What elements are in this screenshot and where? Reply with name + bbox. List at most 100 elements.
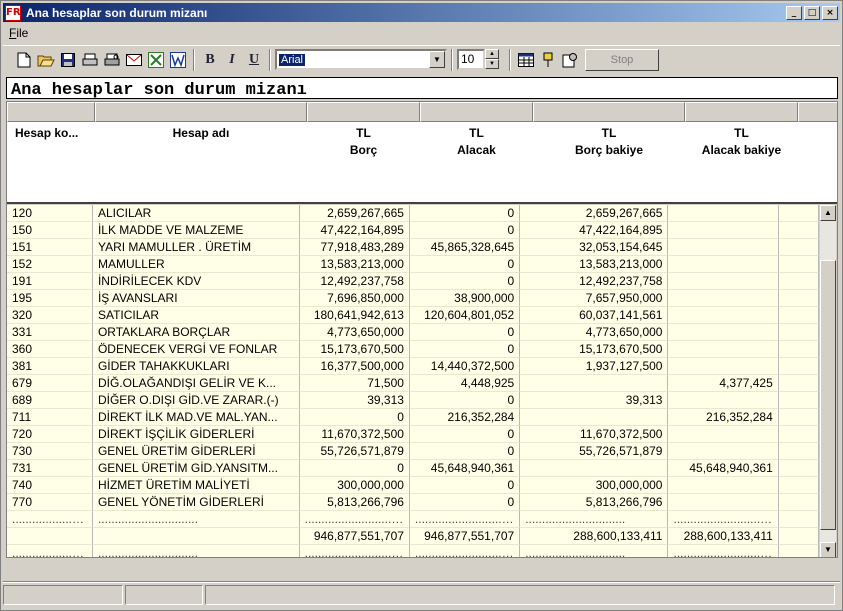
header-credit-balance[interactable]: TL Alacak bakiye [685, 122, 798, 202]
title-bar[interactable]: FR Ana hesaplar son durum mizanı _ □ × [3, 3, 840, 22]
column-resize-handle[interactable] [685, 102, 798, 122]
open-icon[interactable] [35, 49, 57, 71]
table-cell: 300,000,000 [299, 477, 410, 494]
print-icon[interactable] [79, 49, 101, 71]
table-cell [520, 375, 669, 392]
table-cell [668, 494, 779, 511]
column-resize-handle[interactable] [95, 102, 307, 122]
header-account-code[interactable]: Hesap ko... [7, 122, 95, 202]
column-resize-handle[interactable] [798, 102, 837, 122]
italic-button[interactable]: I [221, 49, 243, 71]
table-row[interactable]: 360 ÖDENECEK VERGİ VE FONLAR 15,173,670,50… [7, 341, 819, 358]
vertical-scrollbar[interactable]: ▲ ▼ [820, 205, 836, 557]
table-row[interactable]: 740 HİZMET ÜRETİM MALİYETİ 300,000,000 0 300… [7, 477, 819, 494]
header-line: TL [469, 126, 484, 140]
table-row[interactable]: 770 GENEL YÖNETİM GİDERLERİ 5,813,266,796 0… [7, 494, 819, 511]
table-cell: 4,377,425 [668, 375, 779, 392]
header-account-name[interactable]: Hesap adı [95, 122, 307, 202]
print-preview-icon[interactable] [101, 49, 123, 71]
table-row[interactable]: 151 YARI MAMULLER . ÜRETİM 77,918,483,289 4… [7, 239, 819, 256]
table-cell: DİREKT İLK MAD.VE MAL.YAN... [92, 409, 300, 426]
minimize-button[interactable]: _ [786, 5, 802, 20]
table-cell: 45,865,328,645 [409, 239, 521, 256]
status-separator [3, 581, 840, 583]
table-cell: GENEL YÖNETİM GİDERLERİ [92, 494, 300, 511]
total-cell [778, 528, 819, 545]
header-debit[interactable]: TL Borç [307, 122, 420, 202]
table-row[interactable]: 730 GENEL ÜRETİM GİDERLERİ 55,726,571,879 0… [7, 443, 819, 460]
stop-button[interactable]: Stop [585, 48, 659, 71]
dotted-separator-row[interactable]: ........................................… [7, 511, 819, 528]
close-button[interactable]: × [822, 5, 838, 20]
word-icon[interactable] [167, 49, 189, 71]
table-cell [668, 392, 779, 409]
header-line: Borç [349, 143, 378, 157]
table-row[interactable]: 731 GENEL ÜRETİM GİD.YANSITM... 0 45,648,94… [7, 460, 819, 477]
dotted-separator: .............................. [7, 545, 93, 557]
dotted-separator: .............................. [410, 545, 521, 557]
scroll-up-icon[interactable]: ▲ [820, 205, 836, 221]
header-debit-balance[interactable]: TL Borç bakiye [533, 122, 685, 202]
header-credit[interactable]: TL Alacak [420, 122, 533, 202]
new-icon[interactable] [13, 49, 35, 71]
underline-button[interactable]: U [243, 49, 265, 71]
header-line: TL [356, 126, 371, 140]
mail-icon[interactable] [123, 49, 145, 71]
maximize-button[interactable]: □ [804, 5, 820, 20]
header-line: Alacak bakiye [701, 143, 782, 157]
table-cell: 730 [7, 443, 93, 460]
column-resize-handle[interactable] [307, 102, 420, 122]
table-cell: 180,641,942,613 [299, 307, 410, 324]
table-row[interactable]: 689 DİĞER O.DIŞI GİD.VE ZARAR.(-) 39,313 0 3… [7, 392, 819, 409]
table-row[interactable]: 711 DİREKT İLK MAD.VE MAL.YAN... 0 216,352,… [7, 409, 819, 426]
status-panel [125, 585, 203, 605]
scroll-down-icon[interactable]: ▼ [820, 542, 836, 557]
table-cell: 152 [7, 256, 93, 273]
settings-icon[interactable] [559, 49, 581, 71]
table-cell: 45,648,940,361 [409, 460, 521, 477]
spin-up-icon[interactable]: ▲ [485, 49, 499, 59]
pin-icon[interactable] [537, 49, 559, 71]
table-row[interactable]: 331 ORTAKLARA BORÇLAR 4,773,650,000 0 4,773,… [7, 324, 819, 341]
table-cell: ORTAKLARA BORÇLAR [92, 324, 300, 341]
table-cell: 300,000,000 [520, 477, 669, 494]
table-row[interactable]: 679 DİĞ.OLAĞANDIŞI GELİR VE K... 71,500 4,4… [7, 375, 819, 392]
table-cell [778, 205, 819, 222]
table-row[interactable]: 120 ALICILAR 2,659,267,665 0 2,659,267,665 [7, 205, 819, 222]
chevron-down-icon[interactable]: ▼ [429, 51, 445, 68]
table-icon[interactable] [515, 49, 537, 71]
font-size-input[interactable]: 10 [457, 49, 485, 70]
scrollbar-thumb[interactable] [820, 260, 836, 530]
excel-icon[interactable] [145, 49, 167, 71]
table-cell: 4,773,650,000 [299, 324, 410, 341]
table-cell: 360 [7, 341, 93, 358]
table-cell: 15,173,670,500 [299, 341, 410, 358]
table-row[interactable]: 381 GİDER TAHAKKUKLARI 16,377,500,000 14,44… [7, 358, 819, 375]
table-row[interactable]: 720 DİREKT İŞÇİLİK GİDERLERİ 11,670,372,50… [7, 426, 819, 443]
table-row[interactable]: 152 MAMULLER 13,583,213,000 0 13,583,213,000 [7, 256, 819, 273]
table-cell: 7,657,950,000 [520, 290, 669, 307]
table-cell: 13,583,213,000 [520, 256, 669, 273]
total-cell: 946,877,551,707 [299, 528, 410, 545]
table-cell: 679 [7, 375, 93, 392]
totals-row[interactable]: 946,877,551,707 946,877,551,707 288,600,13… [7, 528, 819, 545]
column-resize-handle[interactable] [533, 102, 685, 122]
font-name-select[interactable]: Arial ▼ [275, 49, 447, 70]
dotted-separator [779, 545, 819, 557]
table-row[interactable]: 191 İNDİRİLECEK KDV 12,492,237,758 0 12,492,… [7, 273, 819, 290]
table-cell: 47,422,164,895 [299, 222, 410, 239]
column-resize-handle[interactable] [7, 102, 95, 122]
table-row[interactable]: 150 İLK MADDE VE MALZEME 47,422,164,895 0 47… [7, 222, 819, 239]
table-row[interactable]: 195 İŞ AVANSLARI 7,696,850,000 38,900,000 7,… [7, 290, 819, 307]
bold-button[interactable]: B [199, 49, 221, 71]
column-resize-handle[interactable] [420, 102, 533, 122]
app-icon[interactable]: FR [5, 4, 21, 21]
dotted-separator-row[interactable]: ........................................… [7, 545, 819, 557]
spin-down-icon[interactable]: ▼ [485, 59, 499, 69]
table-row[interactable]: 320 SATICILAR 180,641,942,613 120,604,801,0… [7, 307, 819, 324]
save-icon[interactable] [57, 49, 79, 71]
menu-file[interactable]: File [9, 26, 28, 40]
font-size-spinner[interactable]: ▲ ▼ [485, 49, 499, 70]
table-cell: 191 [7, 273, 93, 290]
table-cell: GENEL ÜRETİM GİD.YANSITM... [92, 460, 300, 477]
